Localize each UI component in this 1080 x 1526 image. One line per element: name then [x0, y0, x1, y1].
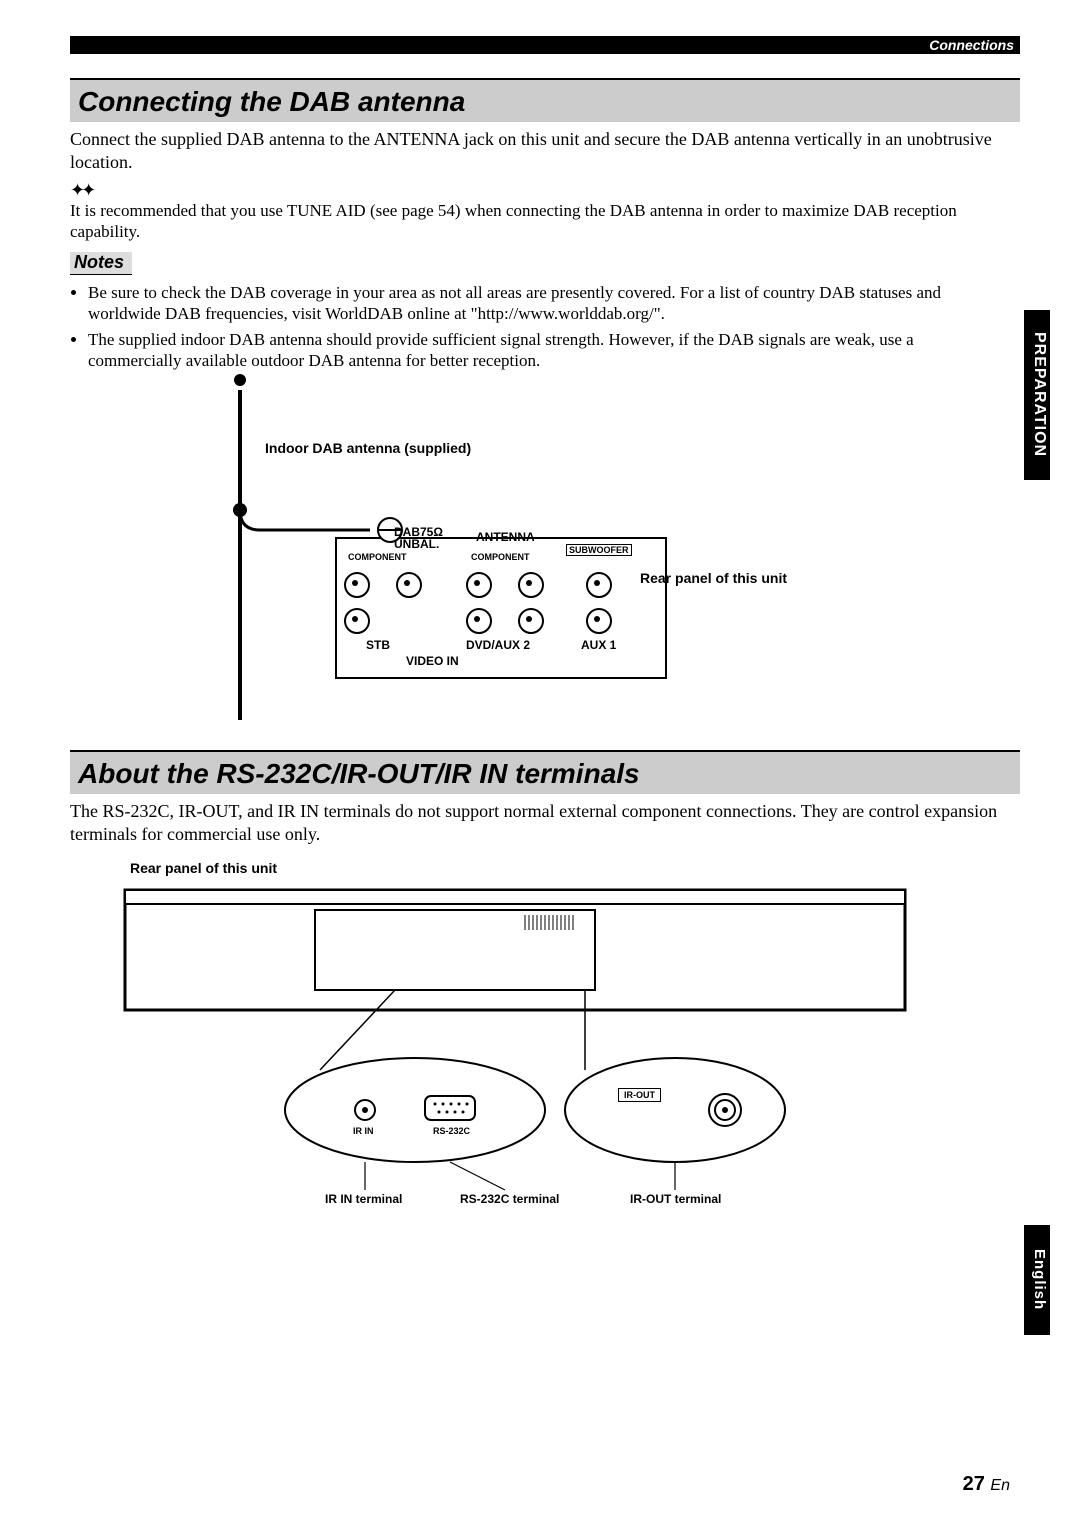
- diagram2-irin-label: IR IN terminal: [325, 1192, 402, 1206]
- section-heading-rs232: About the RS-232C/IR-OUT/IR IN terminals: [70, 750, 1020, 794]
- diagram1-antenna-label: Indoor DAB antenna (supplied): [265, 440, 471, 456]
- panel-dvd: DVD/AUX 2: [466, 638, 530, 652]
- section1-tip: It is recommended that you use TUNE AID …: [70, 200, 1010, 243]
- panel-stb: STB: [366, 638, 390, 652]
- panel-subwoofer: SUBWOOFER: [566, 544, 632, 556]
- rca-jack-icon: [344, 608, 370, 634]
- header-bar: Connections: [70, 36, 1020, 54]
- diagram2-rear-panel-label: Rear panel of this unit: [130, 860, 277, 876]
- rca-jack-icon: [518, 572, 544, 598]
- panel-antenna: ANTENNA: [476, 530, 535, 544]
- panel-dab: DAB75Ω UNBAL.: [394, 526, 464, 550]
- header-category: Connections: [929, 36, 1014, 54]
- page-number-value: 27: [963, 1473, 985, 1495]
- rca-jack-icon: [586, 572, 612, 598]
- panel-video-in: VIDEO IN: [406, 654, 459, 668]
- rca-jack-icon: [586, 608, 612, 634]
- diagram1-panel: DAB75Ω UNBAL. ANTENNA COMPONENT COMPONEN…: [336, 538, 666, 678]
- rca-jack-icon: [518, 608, 544, 634]
- notes-list: Be sure to check the DAB coverage in you…: [70, 282, 1010, 375]
- panel-component2: COMPONENT: [471, 552, 530, 562]
- note-item: The supplied indoor DAB antenna should p…: [88, 329, 1010, 372]
- rca-jack-icon: [466, 608, 492, 634]
- tip-icon: ✦✦: [70, 180, 92, 201]
- diagram1-rear-panel-label: Rear panel of this unit: [640, 570, 787, 586]
- rca-jack-icon: [466, 572, 492, 598]
- section2-body: The RS-232C, IR-OUT, and IR IN terminals…: [70, 800, 1010, 845]
- side-tab-english: English: [1024, 1225, 1050, 1335]
- diagram2-rs232-label: RS-232C terminal: [460, 1192, 559, 1206]
- diagram2-irout-label: IR-OUT terminal: [630, 1192, 721, 1206]
- notes-label: Notes: [70, 252, 132, 275]
- page-number: 27 En: [963, 1473, 1010, 1496]
- diagram-dab-antenna: Indoor DAB antenna (supplied) DAB75Ω UNB…: [70, 370, 1010, 730]
- diagram2-rs232-small: RS-232C: [433, 1126, 470, 1136]
- panel-component1: COMPONENT: [348, 552, 407, 562]
- side-tab-preparation: PREPARATION: [1024, 310, 1050, 480]
- section-heading-dab: Connecting the DAB antenna: [70, 78, 1020, 122]
- diagram-terminals: Rear panel of this unit: [70, 860, 1010, 1240]
- panel-aux1: AUX 1: [581, 638, 616, 652]
- diagram2-irout-small: IR-OUT: [618, 1088, 661, 1102]
- rca-jack-icon: [344, 572, 370, 598]
- note-item: Be sure to check the DAB coverage in you…: [88, 282, 1010, 325]
- section1-intro: Connect the supplied DAB antenna to the …: [70, 128, 1010, 173]
- rca-jack-icon: [396, 572, 422, 598]
- diagram2-irin-small: IR IN: [353, 1126, 374, 1136]
- page-number-suffix: En: [990, 1477, 1010, 1494]
- manual-page: Connections PREPARATION English Connecti…: [0, 0, 1080, 1526]
